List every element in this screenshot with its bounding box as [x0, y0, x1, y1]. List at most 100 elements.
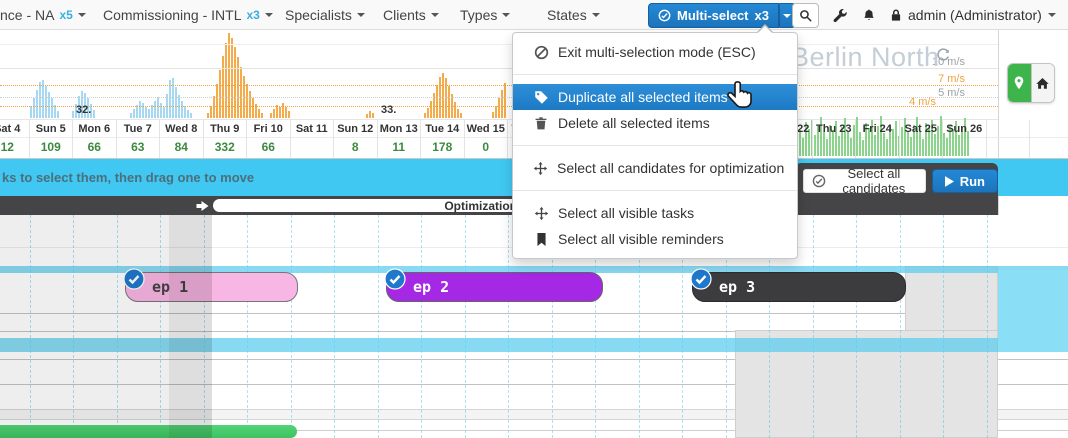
user-label: admin (Administrator)	[908, 7, 1042, 23]
menu-label: Duplicate all selected items	[558, 89, 728, 105]
day-column[interactable]: Fri 24	[856, 120, 900, 158]
nav-item-label: Specialists	[285, 7, 352, 23]
menu-item-delete-selected[interactable]: Delete all selected items	[513, 110, 797, 136]
nav-item-types[interactable]: Types	[460, 0, 510, 29]
wind-bar	[139, 101, 141, 118]
wind-bar	[213, 96, 215, 118]
nav-item-label: Commissioning - INTL	[103, 7, 241, 23]
gridline-label-4ms: 4 m/s	[876, 96, 936, 108]
wind-threshold-line	[0, 85, 998, 86]
nav-item-states[interactable]: States	[547, 0, 600, 29]
menu-item-select-candidates[interactable]: Select all candidates for optimization	[513, 155, 797, 181]
wind-bar	[219, 70, 221, 118]
map-controls	[1007, 63, 1055, 103]
app-root: 10 m/s 7 m/s 5 m/s 4 m/s Berlin North Sa…	[0, 0, 1068, 438]
wind-bar	[249, 91, 251, 118]
wind-bar	[48, 92, 50, 118]
nav-item-count: x5	[59, 8, 72, 22]
day-gridline	[465, 215, 466, 438]
task-bar-ep-2[interactable]: ep 2	[386, 272, 603, 302]
day-column[interactable]: Sat 25	[900, 120, 944, 158]
refresh-icon[interactable]	[935, 48, 951, 64]
wind-bar	[448, 86, 450, 118]
home-button[interactable]	[1031, 64, 1054, 102]
day-column[interactable]: Sat 412	[0, 120, 30, 158]
wind-bar	[430, 101, 432, 118]
wind-threshold-line	[0, 97, 998, 98]
day-task-count: 12	[0, 140, 29, 154]
bell-icon[interactable]	[862, 8, 876, 23]
nav-item-clients[interactable]: Clients	[383, 0, 439, 29]
day-column[interactable]: Fri 1066	[247, 120, 291, 158]
menu-item-select-visible-reminders[interactable]: Select all visible reminders	[513, 226, 797, 252]
wind-bar	[501, 90, 503, 118]
optimization-controls-panel: Select all candidates Run	[795, 163, 998, 215]
day-label: Sun 5	[30, 123, 73, 135]
task-bar-ep-3[interactable]: ep 3	[692, 272, 906, 302]
chevron-down-icon	[78, 13, 86, 17]
wind-bar	[187, 110, 189, 118]
wind-bar	[163, 107, 165, 118]
menu-label: Select all candidates for optimization	[557, 160, 784, 176]
horizon-arrow-icon[interactable]	[196, 201, 209, 211]
nav-item-count: x3	[246, 8, 259, 22]
search-button[interactable]	[792, 3, 819, 28]
wind-bar	[234, 47, 236, 118]
wind-bar	[498, 98, 500, 118]
menu-item-duplicate-selected[interactable]: Duplicate all selected items	[513, 84, 797, 110]
day-gridline	[334, 215, 335, 438]
wind-bar	[492, 112, 494, 118]
nav-item-label: Types	[460, 7, 497, 23]
day-column[interactable]: Tue 763	[117, 120, 161, 158]
day-column	[1030, 120, 1068, 158]
day-column[interactable]: Mon 1311	[378, 120, 422, 158]
menu-item-select-visible-tasks[interactable]: Select all visible tasks	[513, 200, 797, 226]
selected-check-badge[interactable]	[690, 268, 712, 290]
day-task-count: 66	[247, 140, 290, 154]
past-time-overlay	[0, 215, 169, 438]
day-column[interactable]: Wed 150	[465, 120, 509, 158]
day-column[interactable]: Thu 9 332	[204, 120, 248, 158]
day-column[interactable]: Sun 5109	[30, 120, 74, 158]
day-label: Sat 25	[900, 123, 943, 135]
menu-label: Select all visible reminders	[558, 231, 724, 247]
wrench-icon[interactable]	[833, 8, 848, 23]
day-column[interactable]: Sat 11	[291, 120, 335, 158]
user-menu[interactable]: admin (Administrator)	[890, 0, 1056, 29]
day-gridline	[508, 215, 509, 438]
day-label: Thu 23	[813, 123, 856, 135]
selected-check-badge[interactable]	[384, 268, 406, 290]
day-column[interactable]: Thu 23	[813, 120, 857, 158]
map-pin-icon	[1012, 75, 1026, 91]
day-label: Thu 9	[204, 123, 247, 135]
selection-region	[998, 270, 1068, 352]
day-label: Fri 24	[856, 123, 899, 135]
day-gridline	[987, 215, 988, 438]
nav-item-specialists[interactable]: Specialists	[285, 0, 365, 29]
wind-bar	[445, 78, 447, 118]
menu-item-exit-multiselect[interactable]: Exit multi-selection mode (ESC)	[513, 39, 797, 65]
day-column[interactable]: Mon 666	[73, 120, 117, 158]
map-pin-button[interactable]	[1008, 64, 1031, 102]
select-all-candidates-button[interactable]: Select all candidates	[803, 169, 926, 193]
chevron-down-icon	[357, 13, 365, 17]
week-number-label: 32.	[76, 104, 91, 116]
nav-item-nce-na[interactable]: nce - NAx5	[0, 0, 86, 29]
day-column[interactable]: Sun 26	[943, 120, 987, 158]
wind-bar	[30, 106, 32, 118]
wind-bar	[175, 87, 177, 118]
wind-bar	[495, 106, 497, 118]
day-column	[987, 120, 1031, 158]
wind-bar	[45, 86, 47, 118]
nav-item-label: Clients	[383, 7, 426, 23]
move-arrows-icon	[533, 161, 548, 176]
day-column[interactable]: Wed 884	[160, 120, 204, 158]
wind-bar	[222, 56, 224, 118]
chevron-down-icon	[431, 13, 439, 17]
top-nav: nce - NAx5 Commissioning - INTL x3 Speciali…	[0, 0, 1068, 30]
nav-item-commissioning-intl[interactable]: Commissioning - INTL x3	[103, 0, 273, 29]
day-column[interactable]: Tue 14178	[421, 120, 465, 158]
day-column[interactable]: Sun 128	[334, 120, 378, 158]
run-button[interactable]: Run	[932, 169, 998, 193]
day-task-count: 332	[204, 140, 247, 154]
